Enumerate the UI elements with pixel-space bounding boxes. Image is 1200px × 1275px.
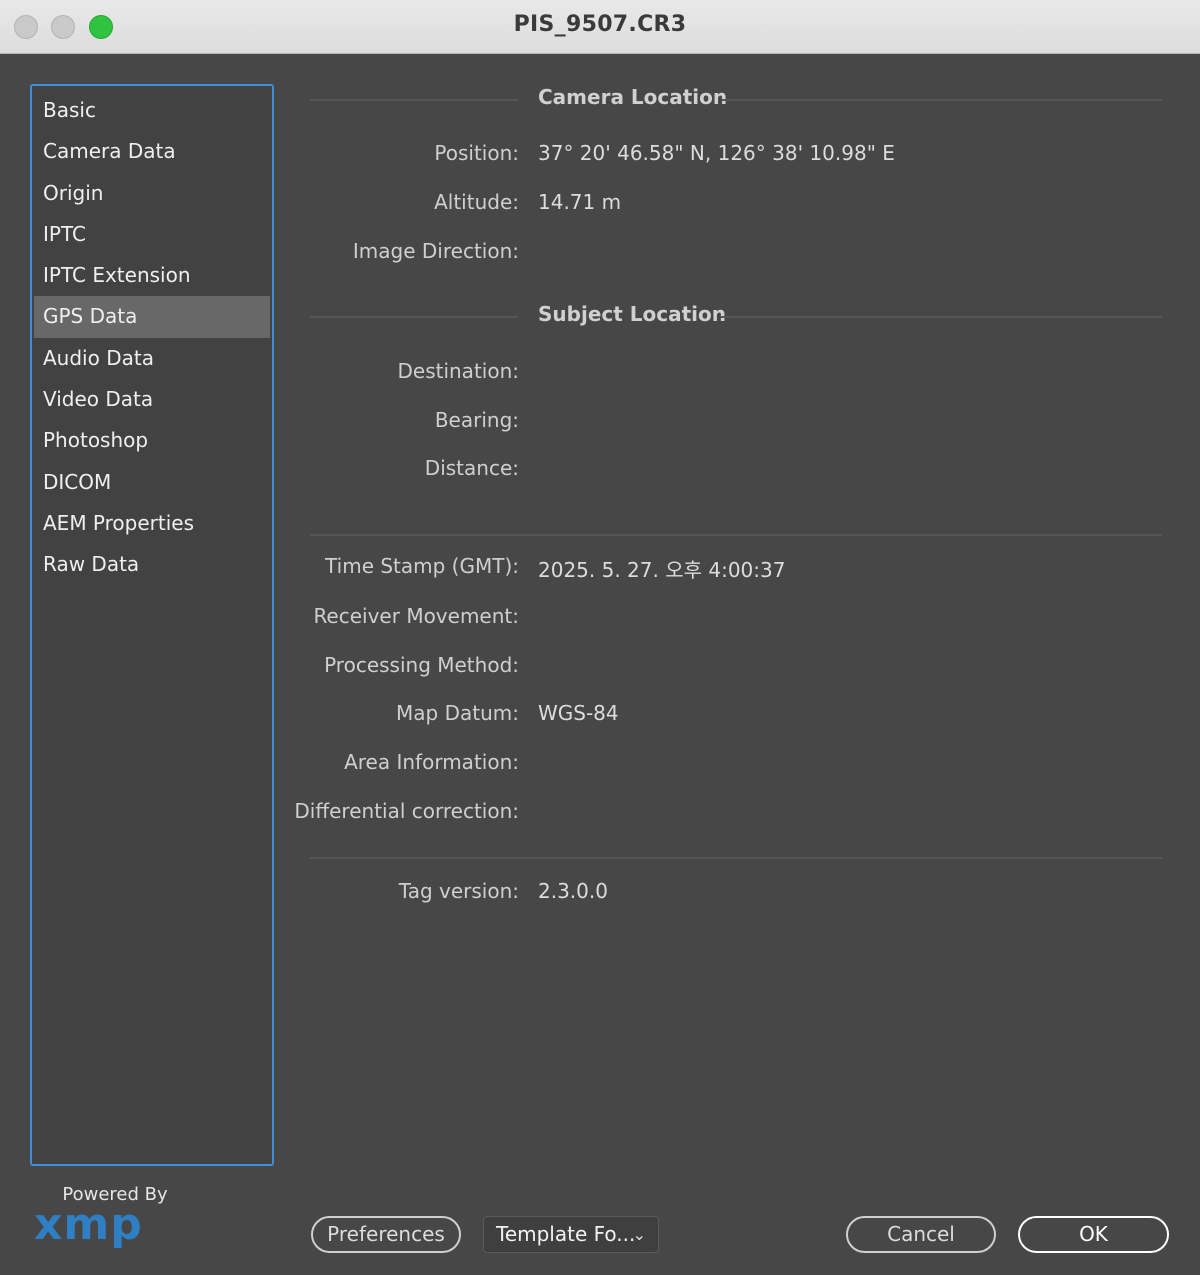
position-row: Position: 37° 20' 46.58" N, 126° 38' 10.…: [310, 141, 1162, 171]
divider: [310, 315, 518, 318]
window-title: PIS_9507.CR3: [513, 12, 687, 37]
divider: [310, 534, 1162, 536]
section-title: Camera Location: [538, 85, 728, 109]
field-label: Processing Method:: [324, 653, 519, 677]
field-label: Image Direction:: [352, 239, 519, 263]
divider: [310, 98, 518, 101]
template-folder-dropdown[interactable]: Template Fo... ⌄: [483, 1216, 659, 1253]
sidebar-item-raw-data[interactable]: Raw Data: [34, 544, 270, 585]
timestamp-value: 2025. 5. 27. 오후 4:00:37: [538, 558, 786, 582]
divider: [722, 98, 1162, 101]
field-label: Tag version:: [398, 879, 519, 903]
field-label: Destination:: [397, 359, 519, 383]
title-bar: PIS_9507.CR3: [0, 0, 1200, 54]
camera-location-header: Camera Location: [310, 85, 1162, 115]
distance-row: Distance:: [310, 456, 1162, 486]
field-label: Time Stamp (GMT):: [325, 554, 519, 578]
divider: [310, 857, 1162, 859]
section-title: Subject Location: [538, 302, 726, 326]
gps-data-panel: Camera Location Position: 37° 20' 46.58"…: [294, 54, 1162, 1054]
xmp-branding: Powered By xmp: [30, 1184, 200, 1247]
sidebar-item-camera-data[interactable]: Camera Data: [34, 131, 270, 172]
sidebar-item-iptc-extension[interactable]: IPTC Extension: [34, 255, 270, 296]
sidebar-item-origin[interactable]: Origin: [34, 173, 270, 214]
receiver-movement-row: Receiver Movement:: [310, 604, 1162, 634]
dialog-body: Basic Camera Data Origin IPTC IPTC Exten…: [0, 54, 1200, 1275]
field-label: Altitude:: [434, 190, 519, 214]
differential-correction-row: Differential correction:: [294, 799, 1162, 829]
sidebar-item-photoshop[interactable]: Photoshop: [34, 420, 270, 461]
field-label: Differential correction:: [294, 799, 519, 823]
map-datum-row: Map Datum: WGS-84: [310, 701, 1162, 731]
map-datum-value: WGS-84: [538, 701, 619, 725]
image-direction-row: Image Direction:: [310, 239, 1162, 269]
ok-button[interactable]: OK: [1018, 1216, 1169, 1253]
altitude-value: 14.71 m: [538, 190, 622, 214]
field-label: Area Information:: [344, 750, 519, 774]
field-label: Bearing:: [434, 408, 519, 432]
field-label: Position:: [434, 141, 519, 165]
category-sidebar: Basic Camera Data Origin IPTC IPTC Exten…: [30, 84, 274, 1166]
subject-location-header: Subject Location: [310, 302, 1162, 332]
area-information-row: Area Information:: [310, 750, 1162, 780]
field-label: Map Datum:: [396, 701, 519, 725]
altitude-row: Altitude: 14.71 m: [310, 190, 1162, 220]
destination-row: Destination:: [310, 359, 1162, 389]
dropdown-label: Template Fo...: [496, 1222, 636, 1246]
tag-version-value: 2.3.0.0: [538, 879, 608, 903]
position-value: 37° 20' 46.58" N, 126° 38' 10.98" E: [538, 141, 895, 165]
sidebar-item-aem-properties[interactable]: AEM Properties: [34, 503, 270, 544]
field-label: Distance:: [424, 456, 519, 480]
sidebar-item-dicom[interactable]: DICOM: [34, 462, 270, 503]
cancel-button[interactable]: Cancel: [846, 1216, 996, 1253]
field-label: Receiver Movement:: [313, 604, 519, 628]
processing-method-row: Processing Method:: [310, 653, 1162, 683]
tag-version-row: Tag version: 2.3.0.0: [310, 879, 1162, 909]
sidebar-item-video-data[interactable]: Video Data: [34, 379, 270, 420]
sidebar-item-audio-data[interactable]: Audio Data: [34, 338, 270, 379]
preferences-button[interactable]: Preferences: [311, 1216, 461, 1253]
sidebar-item-iptc[interactable]: IPTC: [34, 214, 270, 255]
bearing-row: Bearing:: [310, 408, 1162, 438]
divider: [720, 315, 1162, 318]
chevron-down-icon: ⌄: [632, 1225, 646, 1244]
timestamp-row: Time Stamp (GMT): 2025. 5. 27. 오후 4:00:3…: [310, 554, 1162, 584]
sidebar-item-gps-data[interactable]: GPS Data: [34, 296, 270, 338]
sidebar-item-basic[interactable]: Basic: [34, 90, 270, 131]
xmp-logo: xmp: [34, 1199, 143, 1250]
